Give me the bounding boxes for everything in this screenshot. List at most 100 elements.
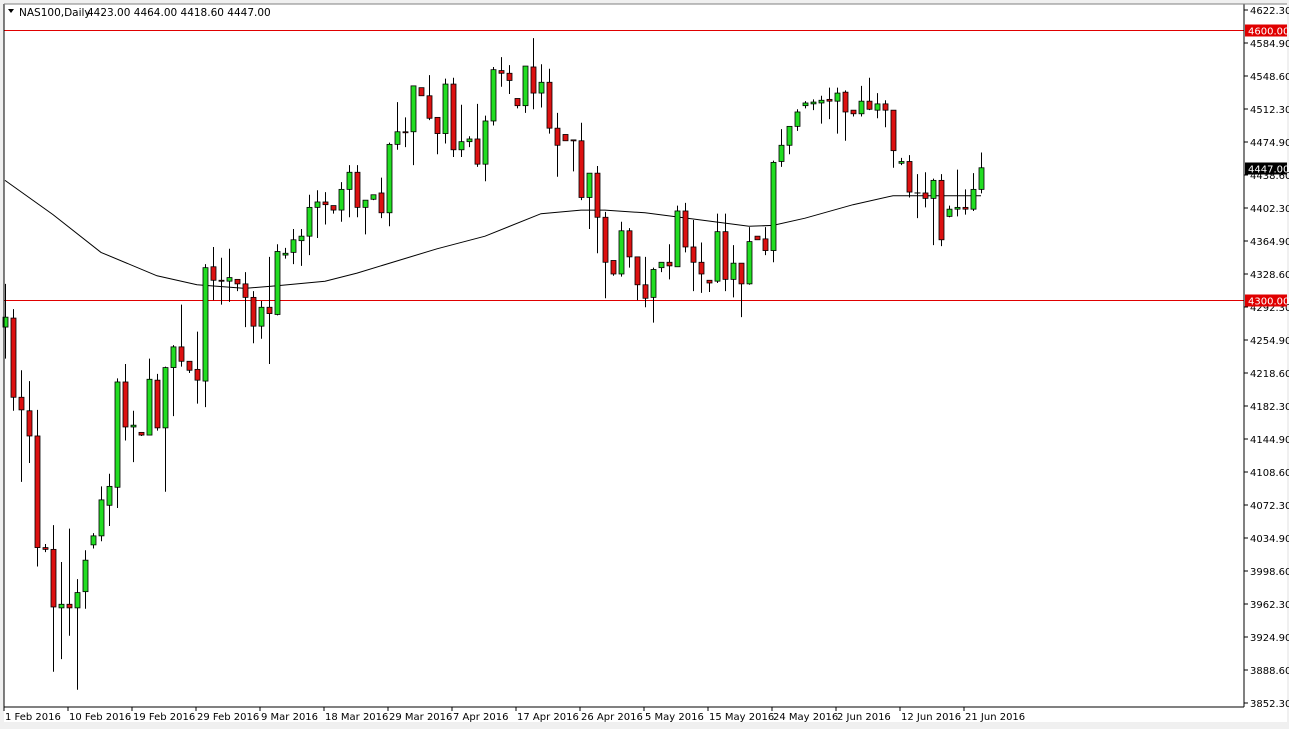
bullish-candle-body: [795, 112, 800, 126]
bearish-candle-body: [827, 99, 832, 101]
bearish-candle-body: [123, 382, 128, 427]
bearish-candle-body: [763, 239, 768, 251]
bullish-candle-body: [523, 66, 528, 106]
bearish-candle-body: [667, 262, 672, 266]
x-tick-label: 21 Jun 2016: [965, 712, 1025, 723]
bullish-candle-body: [339, 189, 344, 210]
bearish-candle-body: [179, 347, 184, 361]
bullish-candle-body: [147, 379, 152, 435]
bearish-candle-body: [11, 318, 16, 397]
bearish-candle-body: [683, 211, 688, 247]
bullish-candle-body: [107, 486, 112, 505]
x-tick-label: 18 Mar 2016: [325, 712, 388, 723]
symbol-timeframe: NAS100,Daily: [19, 7, 91, 19]
current-price-label: 4447.00: [1248, 165, 1289, 176]
bearish-candle-body: [635, 257, 640, 285]
bearish-candle-body: [475, 139, 480, 164]
bullish-candle-body: [587, 173, 592, 197]
bearish-candle-body: [67, 604, 72, 608]
x-tick-label: 2 Jun 2016: [837, 712, 891, 723]
bullish-candle-body: [835, 93, 840, 101]
candle: [523, 66, 528, 113]
bullish-candle-body: [299, 236, 304, 241]
candle: [755, 236, 760, 240]
candle: [451, 78, 456, 157]
candle: [491, 67, 496, 126]
y-tick-label: 3962.30: [1250, 600, 1289, 611]
bullish-candle-body: [875, 104, 880, 110]
bullish-candle-body: [659, 262, 664, 267]
bearish-candle-body: [211, 267, 216, 281]
bearish-candle-body: [27, 411, 32, 436]
bearish-candle-body: [403, 132, 408, 133]
bullish-candle-body: [787, 126, 792, 145]
bearish-candle-body: [739, 263, 744, 284]
bullish-candle-body: [347, 172, 352, 189]
y-tick-label: 4254.90: [1250, 336, 1289, 347]
bearish-candle-body: [155, 380, 160, 428]
y-tick-label: 4512.30: [1250, 105, 1289, 116]
candle: [771, 161, 776, 263]
bullish-candle-body: [171, 347, 176, 368]
bullish-candle-body: [163, 368, 168, 428]
bullish-candle-body: [99, 500, 104, 536]
bearish-candle-body: [611, 260, 616, 274]
bullish-candle-body: [819, 100, 824, 103]
bullish-candle-body: [291, 240, 296, 253]
bearish-candle-body: [843, 92, 848, 112]
chart-info: NAS100,Daily 4423.00 4464.00 4418.60 444…: [8, 7, 271, 19]
bearish-candle-body: [627, 231, 632, 257]
bullish-candle-body: [75, 593, 80, 608]
y-tick-label: 3888.60: [1250, 666, 1289, 677]
bullish-candle-body: [979, 168, 984, 190]
chart-background: [4, 4, 1287, 722]
ohlc-readout: 4423.00 4464.00 4418.60 4447.00: [87, 7, 271, 19]
bullish-candle-body: [947, 209, 952, 216]
bullish-candle-body: [811, 102, 816, 104]
candle: [11, 309, 16, 411]
bullish-candle-body: [91, 536, 96, 545]
bullish-candle-body: [779, 145, 784, 161]
price-chart[interactable]: 4622.304584.904548.604512.304474.904438.…: [0, 0, 1289, 729]
bearish-candle-body: [419, 88, 424, 96]
bearish-candle-body: [187, 361, 192, 370]
candle: [419, 88, 424, 96]
bearish-candle-body: [515, 98, 520, 105]
level-price-label: 4300.00: [1248, 297, 1289, 308]
bearish-candle-body: [963, 207, 968, 209]
bearish-candle-body: [883, 104, 888, 110]
bullish-candle-body: [651, 269, 656, 297]
bearish-candle-body: [579, 141, 584, 198]
bullish-candle-body: [275, 251, 280, 314]
bearish-candle-body: [547, 82, 552, 128]
bullish-candle-body: [483, 121, 488, 164]
y-tick-label: 4108.60: [1250, 468, 1289, 479]
bearish-candle-body: [595, 173, 600, 217]
bearish-candle-body: [507, 73, 512, 80]
bullish-candle-body: [899, 161, 904, 163]
x-tick-label: 19 Feb 2016: [133, 712, 195, 723]
candle: [275, 244, 280, 315]
candle: [939, 174, 944, 246]
y-tick-label: 4402.30: [1250, 204, 1289, 215]
bearish-candle-body: [195, 369, 200, 380]
bullish-candle-body: [59, 604, 64, 608]
bullish-candle-body: [467, 139, 472, 142]
bearish-candle-body: [907, 161, 912, 192]
bullish-candle-body: [363, 200, 368, 207]
bearish-candle-body: [19, 397, 24, 410]
y-tick-label: 4182.30: [1250, 402, 1289, 413]
bearish-candle-body: [235, 279, 240, 284]
bullish-candle-body: [115, 382, 120, 487]
candle: [611, 260, 616, 275]
candle: [443, 79, 448, 144]
x-tick-label: 17 Apr 2016: [517, 712, 579, 723]
bullish-candle-body: [955, 207, 960, 209]
candle: [155, 374, 160, 431]
bearish-candle-body: [35, 436, 40, 548]
y-tick-label: 4072.30: [1250, 501, 1289, 512]
bearish-candle-body: [331, 206, 336, 211]
x-tick-label: 10 Feb 2016: [69, 712, 131, 723]
bearish-candle-body: [723, 232, 728, 280]
candle: [139, 432, 144, 436]
